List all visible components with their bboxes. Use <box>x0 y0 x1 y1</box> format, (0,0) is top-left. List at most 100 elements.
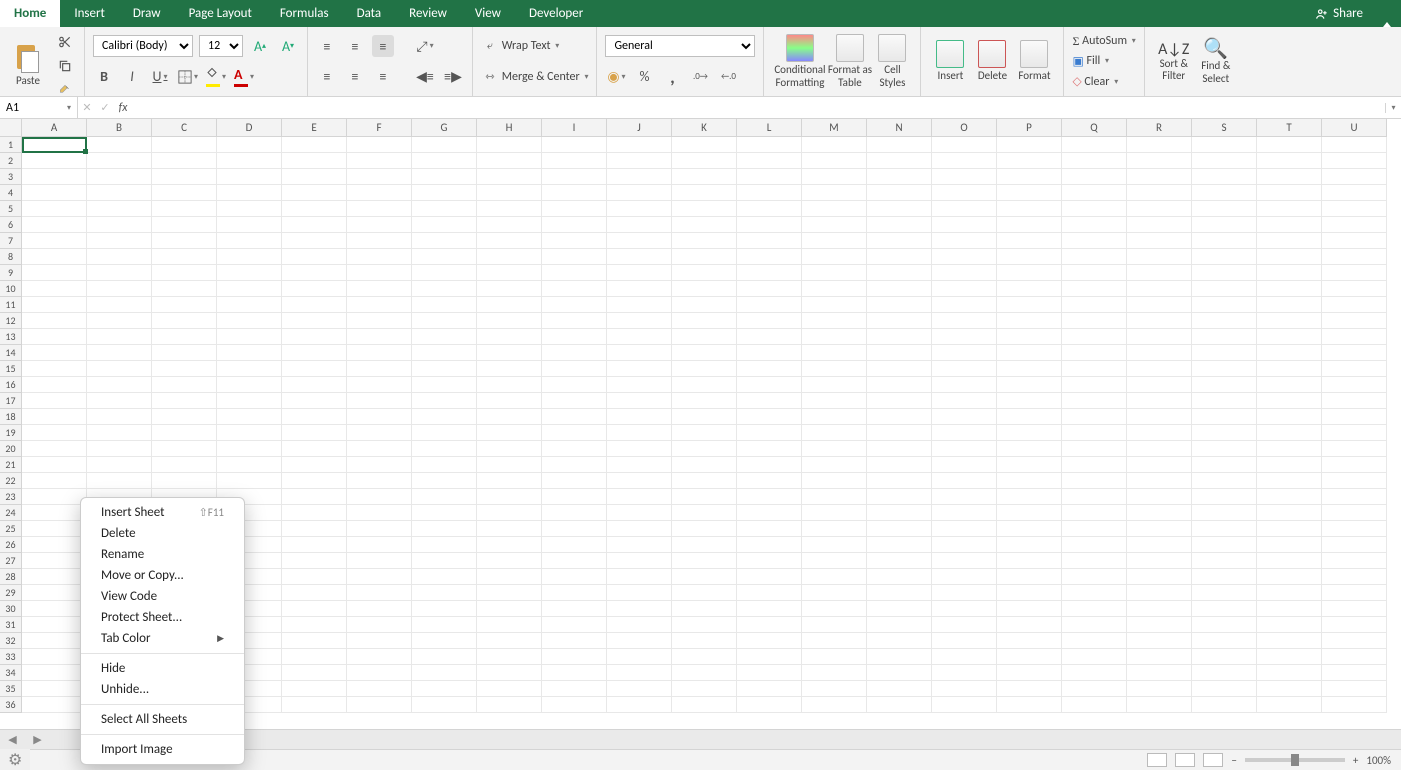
cell[interactable] <box>87 377 152 393</box>
cell[interactable] <box>412 281 477 297</box>
cell[interactable] <box>412 617 477 633</box>
cell[interactable] <box>1322 217 1387 233</box>
row-header[interactable]: 8 <box>0 249 22 265</box>
cell[interactable] <box>1192 265 1257 281</box>
zoom-out-button[interactable]: − <box>1231 754 1236 767</box>
cell[interactable] <box>997 361 1062 377</box>
cell[interactable] <box>282 441 347 457</box>
cell[interactable] <box>672 249 737 265</box>
cell[interactable] <box>672 361 737 377</box>
cell[interactable] <box>1257 521 1322 537</box>
cell[interactable] <box>737 409 802 425</box>
cell[interactable] <box>607 377 672 393</box>
cell[interactable] <box>477 281 542 297</box>
row-header[interactable]: 19 <box>0 425 22 441</box>
cell[interactable] <box>672 681 737 697</box>
cell[interactable] <box>1127 297 1192 313</box>
cell[interactable] <box>802 681 867 697</box>
cell[interactable] <box>477 633 542 649</box>
cell[interactable] <box>217 345 282 361</box>
cell[interactable] <box>217 441 282 457</box>
format-as-table-button[interactable]: Format as Table <box>827 32 872 92</box>
cell[interactable] <box>87 297 152 313</box>
cell[interactable] <box>802 313 867 329</box>
cell[interactable] <box>997 441 1062 457</box>
cell[interactable] <box>1257 409 1322 425</box>
cell[interactable] <box>672 201 737 217</box>
cell[interactable] <box>1127 409 1192 425</box>
cell[interactable] <box>22 601 87 617</box>
cell[interactable] <box>1127 521 1192 537</box>
cell[interactable] <box>1127 649 1192 665</box>
cell[interactable] <box>997 233 1062 249</box>
cell[interactable] <box>1192 361 1257 377</box>
fx-icon[interactable]: fx <box>114 101 132 115</box>
column-header[interactable]: Q <box>1062 119 1127 137</box>
copy-button[interactable] <box>54 55 76 77</box>
cell[interactable] <box>672 137 737 153</box>
cell[interactable] <box>347 697 412 713</box>
increase-indent-button[interactable]: ≡▶ <box>442 66 464 88</box>
cell[interactable] <box>1257 441 1322 457</box>
paste-button[interactable]: Paste <box>8 36 48 96</box>
cell[interactable] <box>477 201 542 217</box>
cell[interactable] <box>542 137 607 153</box>
cell[interactable] <box>217 457 282 473</box>
cell[interactable] <box>22 521 87 537</box>
cell[interactable] <box>412 265 477 281</box>
cell[interactable] <box>867 265 932 281</box>
cell[interactable] <box>87 153 152 169</box>
cell[interactable] <box>867 489 932 505</box>
cell[interactable] <box>282 457 347 473</box>
cell[interactable] <box>1062 537 1127 553</box>
cell[interactable] <box>1127 505 1192 521</box>
cell[interactable] <box>477 473 542 489</box>
cell[interactable] <box>997 473 1062 489</box>
cell[interactable] <box>152 297 217 313</box>
column-header[interactable]: U <box>1322 119 1387 137</box>
cell[interactable] <box>477 521 542 537</box>
cell[interactable] <box>997 537 1062 553</box>
cell[interactable] <box>412 505 477 521</box>
cell[interactable] <box>802 441 867 457</box>
cell[interactable] <box>152 201 217 217</box>
cell[interactable] <box>1127 233 1192 249</box>
sheet-nav[interactable]: ◀▶ <box>0 733 50 746</box>
cell[interactable] <box>1322 345 1387 361</box>
cell[interactable] <box>477 217 542 233</box>
cell[interactable] <box>867 473 932 489</box>
cell[interactable] <box>282 601 347 617</box>
cell[interactable] <box>412 473 477 489</box>
cell[interactable] <box>152 409 217 425</box>
cell[interactable] <box>87 441 152 457</box>
cell[interactable] <box>932 169 997 185</box>
cell[interactable] <box>542 393 607 409</box>
cell[interactable] <box>1322 313 1387 329</box>
cell[interactable] <box>282 617 347 633</box>
cell[interactable] <box>22 585 87 601</box>
cell[interactable] <box>932 553 997 569</box>
cell[interactable] <box>477 505 542 521</box>
cell[interactable] <box>412 537 477 553</box>
cell[interactable] <box>22 361 87 377</box>
cell[interactable] <box>997 505 1062 521</box>
cell[interactable] <box>1062 633 1127 649</box>
row-header[interactable]: 9 <box>0 265 22 281</box>
row-header[interactable]: 29 <box>0 585 22 601</box>
cell[interactable] <box>1062 361 1127 377</box>
cell[interactable] <box>932 217 997 233</box>
cell[interactable] <box>347 249 412 265</box>
cell[interactable] <box>1192 665 1257 681</box>
cell[interactable] <box>672 313 737 329</box>
cell[interactable] <box>1127 441 1192 457</box>
collapse-ribbon-icon[interactable] <box>1383 0 1391 27</box>
cell[interactable] <box>152 153 217 169</box>
cell[interactable] <box>282 649 347 665</box>
cell[interactable] <box>672 697 737 713</box>
cell[interactable] <box>347 665 412 681</box>
increase-decimal-button[interactable]: .0→ <box>689 66 711 88</box>
cell[interactable] <box>1062 265 1127 281</box>
cell[interactable] <box>802 553 867 569</box>
cell[interactable] <box>1192 617 1257 633</box>
next-sheet-icon[interactable]: ▶ <box>33 733 41 746</box>
